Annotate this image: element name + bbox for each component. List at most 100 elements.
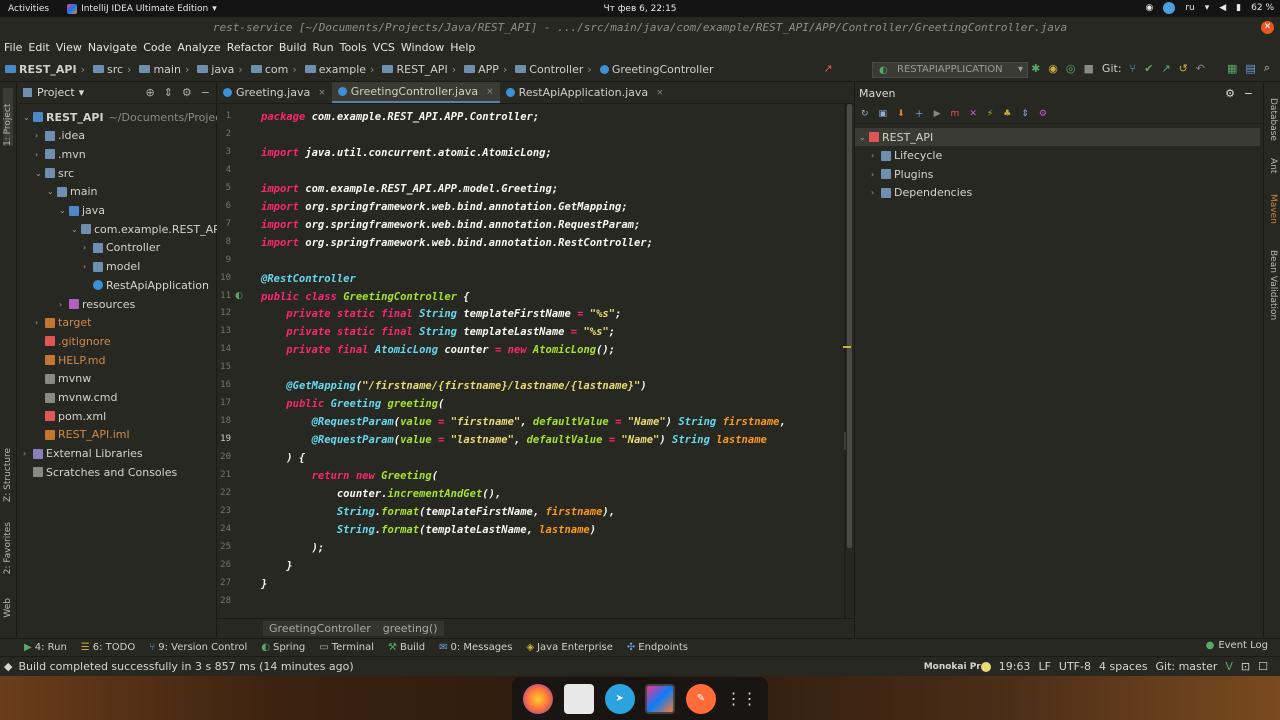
maven-tree-item[interactable]: › Lifecycle (871, 147, 942, 165)
editor-scrollbar[interactable] (846, 104, 854, 618)
breadcrumb-item[interactable]: REST_API › (382, 63, 460, 76)
code-line[interactable]: public class GreetingController { (261, 288, 470, 306)
code-line[interactable]: ); (261, 539, 325, 557)
menu-view[interactable]: View (56, 41, 82, 54)
firefox-icon[interactable] (523, 683, 554, 714)
tool-window-button[interactable]: ◐ Spring (261, 642, 305, 653)
code-editor[interactable]: package com.example.REST_API.APP.Control… (257, 104, 844, 618)
refresh-icon[interactable]: ↻ (861, 109, 869, 119)
code-line[interactable]: @RequestParam(value = "lastname", defaul… (261, 431, 767, 449)
git-branch[interactable]: Git: master (1155, 660, 1217, 673)
chevron-right-icon[interactable]: › (871, 170, 881, 179)
chevron-right-icon[interactable]: › (35, 131, 45, 140)
spring-bean-gutter-icon[interactable]: ◐ (235, 291, 243, 301)
system-tray[interactable]: ◉ ru ▾ ◀ ▮ 62 % (1145, 2, 1274, 14)
history-icon[interactable]: ↺ (1179, 62, 1188, 75)
project-tree-item[interactable]: pom.xml (35, 407, 106, 425)
menu-analyze[interactable]: Analyze (177, 41, 220, 54)
telegram-icon[interactable]: ➤ (604, 683, 635, 714)
maven-tree-item[interactable]: › Plugins (871, 165, 933, 183)
project-tree-item[interactable]: mvnw.cmd (35, 389, 117, 407)
git-commit-icon[interactable]: ✔ (1144, 62, 1153, 75)
tool-window-button[interactable]: ◈ Java Enterprise (526, 642, 612, 653)
maven-goal-icon[interactable]: m (951, 109, 960, 119)
tool-window-button[interactable]: ⚒ Build (388, 642, 425, 653)
code-line[interactable]: @RestController (261, 270, 356, 288)
menu-edit[interactable]: Edit (28, 41, 49, 54)
code-line[interactable]: import org.springframework.web.bind.anno… (261, 216, 640, 234)
project-tree-item[interactable]: › Controller (83, 239, 160, 257)
menu-window[interactable]: Window (401, 41, 444, 54)
close-icon[interactable]: × (656, 88, 664, 98)
breadcrumb-item[interactable]: java › (197, 63, 246, 76)
menu-code[interactable]: Code (143, 41, 171, 54)
git-push-icon[interactable]: ↗ (1161, 62, 1170, 75)
project-tree-item[interactable]: › target (35, 314, 91, 332)
code-line[interactable]: package com.example.REST_API.APP.Control… (261, 108, 539, 126)
theme-indicator[interactable]: Monokai Pr (924, 662, 981, 672)
project-tree-item[interactable]: › External Libraries (23, 445, 143, 463)
breadcrumb-item[interactable]: com › (250, 63, 301, 76)
chevron-down-icon[interactable]: ▾ (79, 86, 85, 99)
editor-tab[interactable]: GreetingController.java × (331, 82, 500, 103)
code-line[interactable]: } (261, 557, 292, 575)
project-tree-item[interactable]: mvnw (35, 370, 91, 388)
project-tree-item[interactable]: REST_API.iml (35, 426, 130, 444)
project-tree-item[interactable]: ⌄ src (35, 164, 74, 182)
favorites-tool-tab[interactable]: 2: Favorites (3, 522, 13, 574)
collapse-all-icon[interactable]: ⇕ (1021, 109, 1029, 119)
stop-icon[interactable]: ■ (1084, 62, 1094, 75)
chevron-right-icon[interactable]: › (871, 188, 881, 197)
gear-icon[interactable]: ⚙ (182, 86, 192, 99)
chevron-down-icon[interactable]: ⌄ (23, 113, 33, 122)
chevron-down-icon[interactable]: ⌄ (59, 206, 69, 215)
status-message[interactable]: Build completed successfully in 3 s 857 … (18, 660, 353, 673)
tool-window-button[interactable]: ⑂ 9: Version Control (149, 642, 247, 653)
menu-navigate[interactable]: Navigate (88, 41, 137, 54)
project-tool-tab[interactable]: 1: Project (3, 88, 13, 146)
project-tree-item[interactable]: ⌄ com.example.REST_API.A (71, 220, 234, 238)
code-line[interactable]: ) { (261, 449, 305, 467)
app-grid-icon[interactable]: ⋮⋮ (726, 684, 758, 714)
project-tree-item[interactable]: HELP.md (35, 351, 105, 369)
breadcrumb-item[interactable]: REST_API › (5, 63, 89, 76)
add-icon[interactable]: ＋ (915, 107, 924, 120)
code-line[interactable]: String.format(templateFirstName, firstna… (261, 503, 615, 521)
dependencies-icon[interactable]: ♣ (1003, 109, 1011, 119)
chevron-down-icon[interactable]: ⌄ (71, 225, 81, 234)
run-icon[interactable]: ▶ (934, 109, 941, 119)
activities-button[interactable]: Activities (8, 4, 49, 14)
project-tree-item[interactable]: › resources (59, 295, 135, 313)
profile-icon[interactable]: ◎ (1066, 62, 1076, 75)
code-line[interactable]: import com.example.REST_API.APP.model.Gr… (261, 180, 558, 198)
project-structure-icon[interactable]: ▦ (1227, 62, 1237, 75)
build-hammer-icon[interactable]: ↗ (823, 62, 832, 75)
chevron-right-icon[interactable]: › (23, 449, 33, 458)
language-indicator[interactable]: ru (1185, 3, 1194, 13)
file-encoding[interactable]: UTF-8 (1059, 660, 1091, 673)
project-tree-item[interactable]: .gitignore (35, 332, 111, 350)
web-tool-tab[interactable]: Web (3, 598, 13, 618)
close-icon[interactable]: × (318, 88, 326, 98)
close-window-button[interactable]: ✕ (1261, 21, 1274, 34)
gear-icon[interactable]: ⚙ (1225, 87, 1235, 100)
postman-icon[interactable]: ✎ (685, 683, 716, 714)
app-menu[interactable]: IntelliJ IDEA Ultimate Edition ▾ (67, 3, 217, 14)
project-tree-item[interactable]: ⌄ java (59, 202, 105, 220)
code-line[interactable]: } (261, 575, 267, 593)
tool-window-button[interactable]: ▶ 4: Run (24, 642, 67, 653)
breadcrumb-item[interactable]: GreetingController (599, 63, 714, 76)
git-update-icon[interactable]: ⑂ (1130, 62, 1137, 75)
search-icon[interactable]: ⌕ (1264, 61, 1270, 75)
toggle-offline-icon[interactable]: ✕ (969, 109, 977, 119)
breadcrumb-item[interactable]: Controller › (515, 63, 596, 76)
event-log-button[interactable]: ● Event Log (1206, 640, 1268, 651)
tool-window-button[interactable]: ☰ 6: TODO (81, 642, 135, 653)
structure-tool-tab[interactable]: Z: Structure (3, 448, 13, 502)
project-tree-item[interactable]: Scratches and Consoles (23, 463, 177, 481)
code-line[interactable]: return new Greeting( (261, 467, 438, 485)
code-line[interactable]: private static final String templateFirs… (261, 305, 621, 323)
line-separator[interactable]: LF (1038, 660, 1050, 673)
collapse-icon[interactable]: ⇕ (164, 86, 173, 99)
code-line[interactable]: counter.incrementAndGet(), (261, 485, 501, 503)
